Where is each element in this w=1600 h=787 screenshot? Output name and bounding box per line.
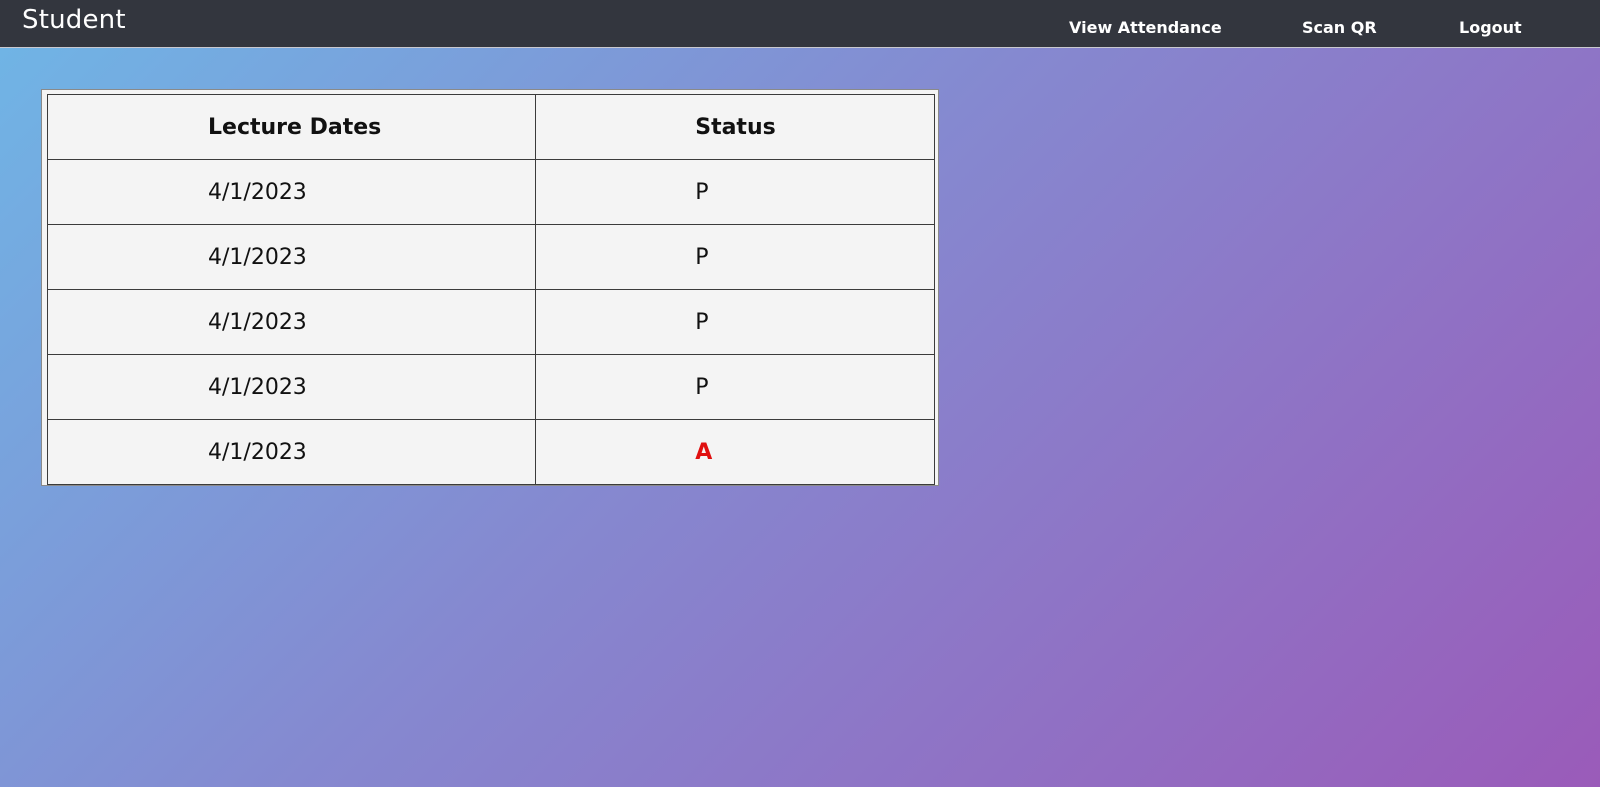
nav-scan-qr-link[interactable]: Scan QR: [1302, 18, 1377, 37]
brand-title: Student: [22, 5, 126, 35]
attendance-table-container: Lecture Dates Status 4/1/2023 P 4/1/2023…: [41, 89, 939, 486]
status-cell: A: [535, 419, 935, 485]
top-navbar: Student View Attendance Scan QR Logout: [0, 0, 1600, 48]
header-status-label: Status: [695, 114, 776, 140]
lecture-date: 4/1/2023: [208, 374, 307, 400]
lecture-date-cell: 4/1/2023: [46, 289, 537, 355]
lecture-date-cell: 4/1/2023: [46, 419, 537, 485]
lecture-date: 4/1/2023: [208, 439, 307, 465]
lecture-date: 4/1/2023: [208, 179, 307, 205]
attendance-status: P: [695, 309, 709, 335]
table-row: 4/1/2023 P: [46, 289, 935, 355]
header-lecture-dates: Lecture Dates: [46, 94, 537, 160]
lecture-date-cell: 4/1/2023: [46, 354, 537, 420]
attendance-status: P: [695, 179, 709, 205]
lecture-date-cell: 4/1/2023: [46, 224, 537, 290]
table-row: 4/1/2023 P: [46, 224, 935, 290]
status-cell: P: [535, 289, 935, 355]
table-row: 4/1/2023 A: [46, 419, 935, 485]
lecture-date: 4/1/2023: [208, 309, 307, 335]
nav-view-attendance-link[interactable]: View Attendance: [1069, 18, 1222, 37]
status-cell: P: [535, 354, 935, 420]
attendance-table: Lecture Dates Status 4/1/2023 P 4/1/2023…: [46, 94, 935, 485]
status-cell: P: [535, 159, 935, 225]
header-status: Status: [535, 94, 935, 160]
attendance-status-absent: A: [695, 439, 713, 465]
table-row: 4/1/2023 P: [46, 159, 935, 225]
attendance-status: P: [695, 244, 709, 270]
table-header-row: Lecture Dates Status: [46, 94, 935, 160]
header-lecture-dates-label: Lecture Dates: [208, 114, 382, 140]
nav-logout-link[interactable]: Logout: [1459, 18, 1522, 37]
table-row: 4/1/2023 P: [46, 354, 935, 420]
lecture-date-cell: 4/1/2023: [46, 159, 537, 225]
attendance-status: P: [695, 374, 709, 400]
status-cell: P: [535, 224, 935, 290]
lecture-date: 4/1/2023: [208, 244, 307, 270]
